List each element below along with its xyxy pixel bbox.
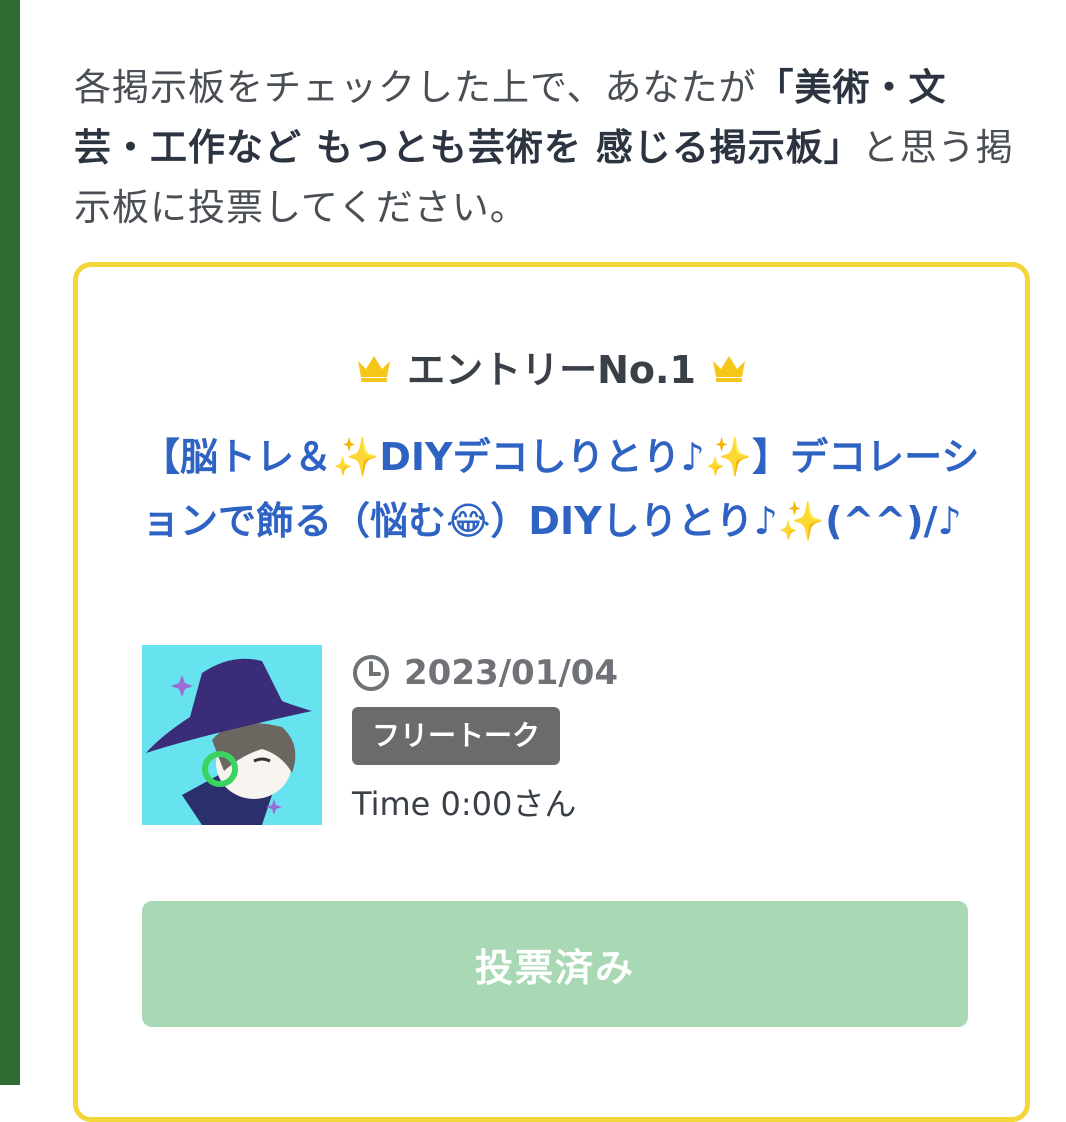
left-accent-bar [0, 0, 20, 1085]
avatar [142, 645, 322, 825]
category-badge[interactable]: フリートーク [352, 707, 561, 765]
post-date: 2023/01/04 [352, 653, 618, 693]
vote-instructions: 各掲示板をチェックした上で、あなたが「美術・文芸・工作など もっとも芸術を 感じ… [74, 58, 1014, 238]
clock-icon [353, 655, 389, 691]
crown-icon [358, 355, 391, 382]
crown-icon [712, 355, 745, 382]
author-name[interactable]: Time 0:00さん [352, 779, 576, 825]
entry-meta: 2023/01/04 フリートーク Time 0:00さん [142, 645, 982, 835]
date-text: 2023/01/04 [404, 653, 619, 693]
entry-title-link[interactable]: 【脳トレ＆✨DIYデコしりとり♪✨】デコレーションで飾る（悩む😂）DIYしりとり… [142, 425, 982, 553]
intro-text-before: 各掲示板をチェックした上で、あなたが [74, 66, 757, 109]
entry-card: エントリーNo.1 【脳トレ＆✨DIYデコしりとり♪✨】デコレーションで飾る（悩… [73, 262, 1030, 1122]
entry-number: エントリーNo.1 [407, 348, 696, 392]
entry-heading: エントリーNo.1 [78, 339, 1025, 394]
vote-button[interactable]: 投票済み [142, 901, 968, 1027]
